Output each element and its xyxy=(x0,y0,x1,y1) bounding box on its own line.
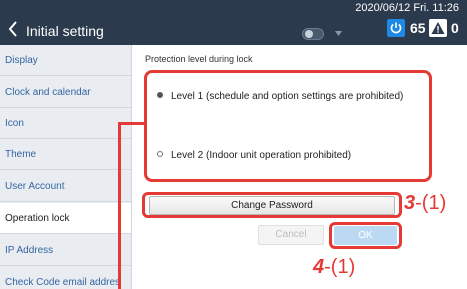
change-password-button[interactable]: Change Password xyxy=(149,196,395,215)
radio-unchecked-icon[interactable] xyxy=(157,151,163,157)
alert-icon xyxy=(429,19,447,37)
page-title: Initial setting xyxy=(26,23,104,39)
step-4-callout: 4-(1) xyxy=(313,256,355,279)
sidebar-item-theme[interactable]: Theme xyxy=(0,139,131,170)
power-icon xyxy=(387,19,405,37)
cancel-button[interactable]: Cancel xyxy=(258,225,324,245)
sidebar-item-check-code-email[interactable]: Check Code email addres xyxy=(0,267,131,289)
toggle-icon[interactable] xyxy=(302,28,324,40)
radio-checked-icon[interactable] xyxy=(157,92,163,98)
operating-units-count: 65 xyxy=(410,20,426,36)
radio-option-level-1[interactable]: Level 1 (schedule and option settings ar… xyxy=(157,91,403,102)
sidebar-item-ip-address[interactable]: IP Address xyxy=(0,235,131,266)
sidebar: Display Clock and calendar Icon Theme Us… xyxy=(0,45,132,289)
radio-option-label: Level 2 (Indoor unit operation prohibite… xyxy=(171,150,352,161)
option-highlight-frame xyxy=(144,70,432,182)
step-3-callout: 3-(1) xyxy=(404,192,446,215)
step-number: 3 xyxy=(404,192,416,214)
radio-option-label: Level 1 (schedule and option settings ar… xyxy=(171,91,404,102)
title-bar: Initial setting 2020/06/12 Fri. 11:26 65… xyxy=(0,0,467,45)
datetime: 2020/06/12 Fri. 11:26 xyxy=(355,2,459,14)
sidebar-item-operation-lock[interactable]: Operation lock xyxy=(0,203,131,234)
leader-line-horizontal xyxy=(118,122,144,125)
ok-button[interactable]: OK xyxy=(334,226,397,245)
protection-level-heading: Protection level during lock xyxy=(145,54,253,64)
sidebar-item-user-account[interactable]: User Account xyxy=(0,171,131,202)
alert-count: 0 xyxy=(451,20,459,36)
sidebar-item-display[interactable]: Display xyxy=(0,45,131,76)
back-chevron-icon[interactable] xyxy=(8,21,18,37)
sidebar-item-icon[interactable]: Icon xyxy=(0,108,131,139)
leader-line xyxy=(118,122,121,289)
dropdown-arrow-icon[interactable] xyxy=(335,31,342,36)
sidebar-item-clock-and-calendar[interactable]: Clock and calendar xyxy=(0,77,131,108)
step-number: 4 xyxy=(313,256,325,278)
radio-option-level-2[interactable]: Level 2 (Indoor unit operation prohibite… xyxy=(157,150,351,161)
step-suffix: -(1) xyxy=(324,256,356,278)
step-suffix: -(1) xyxy=(415,192,447,214)
